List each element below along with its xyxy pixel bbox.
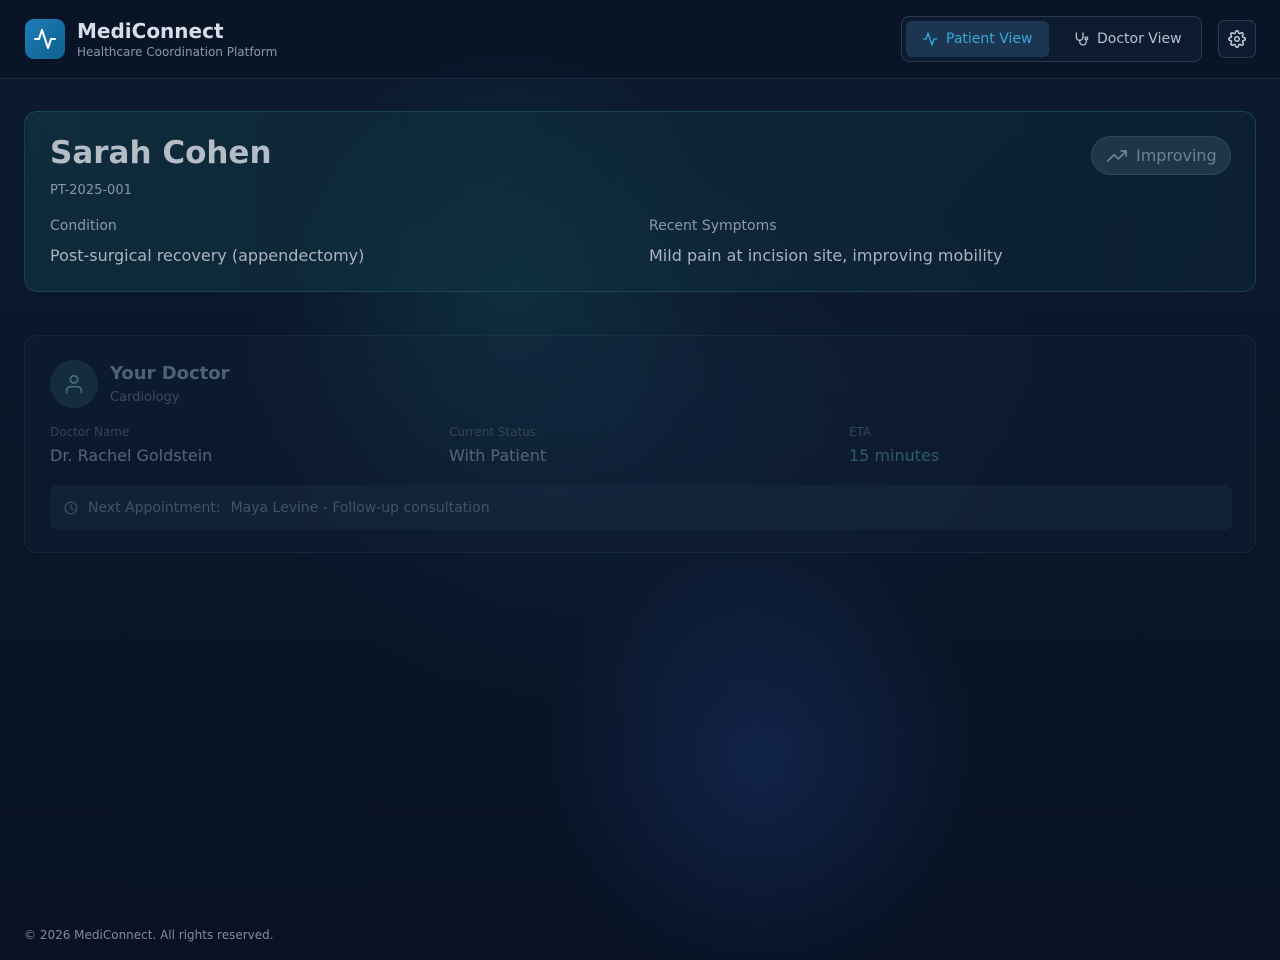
app-header: MediConnect Healthcare Coordination Plat… bbox=[0, 0, 1280, 79]
status-label: Improving bbox=[1136, 146, 1217, 165]
gear-icon bbox=[1228, 30, 1246, 48]
doctor-view-label: Doctor View bbox=[1097, 31, 1182, 47]
doctor-status-value: With Patient bbox=[449, 446, 547, 465]
symptoms-value: Mild pain at incision site, improving mo… bbox=[649, 246, 1003, 265]
eta-value: 15 minutes bbox=[849, 446, 940, 465]
next-appointment-label: Next Appointment: bbox=[88, 499, 221, 516]
trending-up-icon bbox=[1107, 146, 1127, 166]
stethoscope-icon bbox=[1073, 31, 1089, 47]
doctor-name-value: Dr. Rachel Goldstein bbox=[50, 446, 213, 465]
app-title: MediConnect bbox=[77, 19, 224, 43]
activity-logo-icon bbox=[25, 19, 65, 59]
patient-view-button[interactable]: Patient View bbox=[906, 21, 1049, 57]
doctor-view-button[interactable]: Doctor View bbox=[1057, 21, 1197, 57]
patient-view-label: Patient View bbox=[946, 31, 1033, 47]
doctor-name-label: Doctor Name bbox=[50, 425, 130, 439]
next-appointment-value: Maya Levine - Follow-up consultation bbox=[230, 499, 490, 516]
patient-id: PT-2025-001 bbox=[50, 183, 132, 198]
eta-label: ETA bbox=[849, 425, 872, 439]
patient-name: Sarah Cohen bbox=[50, 135, 272, 171]
settings-button[interactable] bbox=[1218, 20, 1256, 58]
clock-icon bbox=[64, 501, 78, 515]
next-appointment-bar: Next Appointment: Maya Levine - Follow-u… bbox=[50, 485, 1232, 530]
activity-icon bbox=[922, 31, 938, 47]
user-icon bbox=[50, 360, 98, 408]
condition-label: Condition bbox=[50, 218, 117, 234]
condition-value: Post-surgical recovery (appendectomy) bbox=[50, 246, 365, 265]
symptoms-label: Recent Symptoms bbox=[649, 218, 777, 234]
doctor-card-heading: Your Doctor bbox=[110, 363, 230, 384]
patient-card: Sarah Cohen PT-2025-001 Improving Condit… bbox=[24, 111, 1256, 292]
doctor-specialty: Cardiology bbox=[110, 390, 180, 405]
doctor-card: Your Doctor Cardiology Doctor Name Dr. R… bbox=[24, 335, 1256, 553]
app-subtitle: Healthcare Coordination Platform bbox=[77, 45, 278, 59]
doctor-status-label: Current Status bbox=[449, 425, 537, 439]
footer-copyright: © 2026 MediConnect. All rights reserved. bbox=[24, 928, 274, 942]
view-toggle: Patient View Doctor View bbox=[901, 16, 1202, 62]
status-badge: Improving bbox=[1091, 136, 1231, 175]
